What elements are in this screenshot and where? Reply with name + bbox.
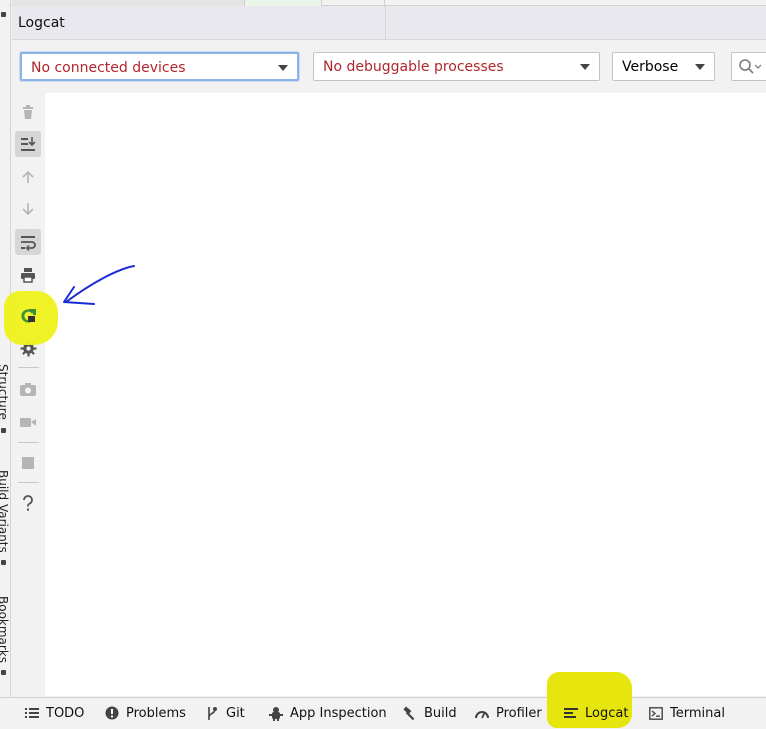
- video-camera-icon: [20, 418, 36, 427]
- stop-button[interactable]: [15, 450, 41, 476]
- tab-label: Profiler: [496, 705, 542, 721]
- bookmark-icon: [1, 670, 6, 675]
- search-icon: [739, 59, 761, 74]
- help-button[interactable]: [15, 491, 41, 517]
- camera-icon: [20, 383, 36, 396]
- logcat-filter-toolbar: No connected devices No debuggable proce…: [12, 41, 766, 93]
- tab-problems[interactable]: Problems: [104, 703, 186, 723]
- tab-todo[interactable]: TODO: [24, 703, 84, 723]
- tab-label: Logcat: [585, 705, 629, 721]
- side-tab-build-variants[interactable]: Build Variants: [0, 470, 10, 553]
- soft-wrap-icon: [21, 236, 36, 251]
- search-input[interactable]: [731, 52, 766, 81]
- annotation-arrow-icon: [63, 265, 135, 305]
- clear-logcat-button[interactable]: [15, 99, 41, 125]
- side-tab-bookmarks[interactable]: Bookmarks: [0, 596, 10, 663]
- arrow-up-icon: [22, 170, 34, 183]
- gauge-icon: [474, 705, 490, 721]
- problems-icon: [104, 705, 120, 721]
- screen-record-button[interactable]: [15, 409, 41, 435]
- chevron-down-icon: [278, 65, 288, 71]
- printer-icon: [21, 268, 35, 283]
- tab-profiler[interactable]: Profiler: [474, 703, 542, 723]
- chevron-down-icon: [695, 64, 705, 70]
- tab-git[interactable]: Git: [204, 703, 245, 723]
- next-occurrence-button[interactable]: [15, 196, 41, 222]
- log-level-value: Verbose: [622, 59, 679, 75]
- stop-icon: [22, 457, 34, 469]
- side-tab-structure[interactable]: Structure: [0, 364, 10, 420]
- structure-icon: [1, 12, 6, 17]
- scroll-to-end-icon: [21, 137, 36, 151]
- tool-window-bar: TODO Problems Git App Inspection Build P…: [0, 672, 766, 729]
- tab-terminal[interactable]: Terminal: [648, 703, 725, 723]
- trash-icon: [23, 105, 33, 119]
- tab-label: Git: [226, 705, 245, 721]
- header-divider: [385, 6, 386, 40]
- left-tool-stripe: Structure Build Variants Bookmarks: [0, 0, 11, 697]
- previous-occurrence-button[interactable]: [15, 164, 41, 190]
- android-studio-logcat-window: Structure Build Variants Bookmarks Logca…: [0, 0, 766, 729]
- bookmarks-icon: [1, 560, 6, 565]
- chevron-down-icon: [580, 64, 590, 70]
- log-level-selector[interactable]: Verbose: [612, 52, 715, 81]
- device-selector-value: No connected devices: [31, 60, 186, 76]
- tab-logcat[interactable]: Logcat: [563, 703, 628, 723]
- device-selector[interactable]: No connected devices: [20, 52, 299, 81]
- tab-label: Terminal: [670, 705, 725, 721]
- screen-capture-button[interactable]: [15, 376, 41, 402]
- logcat-icon: [563, 705, 579, 721]
- list-icon: [24, 705, 40, 721]
- help-icon: [23, 495, 33, 511]
- restart-icon: [21, 309, 35, 323]
- tab-label: Problems: [126, 705, 186, 721]
- tab-build[interactable]: Build: [402, 703, 457, 723]
- terminal-icon: [648, 705, 664, 721]
- panel-title: Logcat: [18, 15, 65, 31]
- tab-label: App Inspection: [290, 705, 387, 721]
- hammer-icon: [402, 705, 418, 721]
- soft-wrap-button[interactable]: [15, 229, 41, 255]
- tab-app-inspection[interactable]: App Inspection: [268, 703, 387, 723]
- logcat-output[interactable]: [45, 93, 766, 696]
- toolbar-separator: [18, 367, 39, 368]
- print-button[interactable]: [15, 262, 41, 288]
- inspection-icon: [268, 705, 284, 721]
- process-selector-value: No debuggable processes: [323, 59, 504, 75]
- branch-icon: [204, 705, 220, 721]
- toolbar-separator: [18, 442, 39, 443]
- logcat-actions-toolbar: [12, 93, 45, 697]
- tab-label: Build: [424, 705, 457, 721]
- scroll-to-end-button[interactable]: [15, 131, 41, 157]
- tab-label: TODO: [46, 705, 85, 721]
- process-selector[interactable]: No debuggable processes: [313, 52, 600, 81]
- arrow-down-icon: [22, 203, 34, 216]
- build-variants-icon: [1, 428, 6, 433]
- logcat-header: Logcat: [12, 6, 766, 40]
- toolbar-separator: [18, 482, 39, 483]
